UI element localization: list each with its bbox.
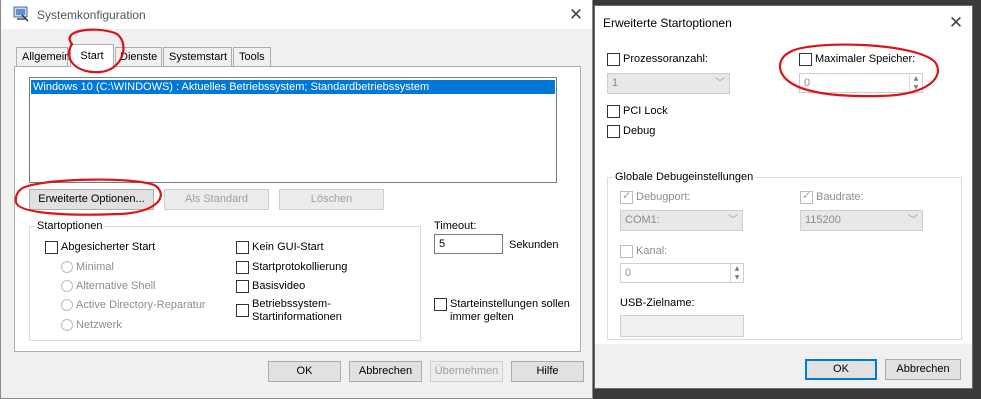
advanced-boot-options-window: Erweiterte Startoptionen ✕ Prozessoranza… bbox=[594, 5, 973, 389]
tab-boot[interactable]: Start bbox=[70, 44, 114, 67]
debug-port-checkbox[interactable] bbox=[620, 189, 633, 204]
debug-port-value: COM1: bbox=[625, 214, 660, 226]
list-item[interactable]: Windows 10 (C:\WINDOWS) : Aktuelles Betr… bbox=[31, 80, 555, 94]
tab-tools[interactable]: Tools bbox=[233, 47, 271, 66]
no-gui-checkbox[interactable] bbox=[236, 241, 249, 254]
timeout-unit-label: Sekunden bbox=[509, 239, 559, 251]
ad-repair-label: Active Directory-Reparatur bbox=[76, 299, 206, 311]
chevron-down-icon: ﹀ bbox=[728, 215, 738, 226]
num-processors-value: 1 bbox=[612, 77, 619, 89]
minimal-label: Minimal bbox=[76, 261, 114, 273]
max-memory-input[interactable]: 0 ▲ ▼ bbox=[799, 73, 923, 93]
ok-button[interactable]: OK bbox=[805, 359, 877, 380]
channel-label: Kanal: bbox=[636, 245, 668, 257]
tab-label: Allgemein bbox=[22, 51, 71, 63]
close-icon[interactable]: ✕ bbox=[565, 4, 587, 26]
base-video-checkbox[interactable] bbox=[236, 280, 249, 293]
tab-services[interactable]: Dienste bbox=[115, 47, 162, 66]
apply-button[interactable]: Übernehmen bbox=[430, 361, 503, 382]
tab-label: Dienste bbox=[120, 51, 158, 63]
max-memory-value: 0 bbox=[804, 77, 811, 89]
boot-log-label: Startprotokollierung bbox=[252, 261, 348, 273]
usb-target-input[interactable] bbox=[620, 315, 744, 337]
network-label: Netzwerk bbox=[76, 319, 122, 331]
num-processors-select[interactable]: 1 ﹀ bbox=[607, 73, 730, 94]
safe-boot-checkbox[interactable] bbox=[45, 241, 58, 254]
base-video-label: Basisvideo bbox=[252, 280, 306, 292]
window-title: Erweiterte Startoptionen bbox=[603, 16, 732, 30]
usb-target-label: USB-Zielname: bbox=[620, 297, 695, 309]
tab-startup[interactable]: Systemstart bbox=[163, 47, 232, 66]
spinner-arrows-icon[interactable]: ▲ ▼ bbox=[730, 264, 743, 282]
window-title: Systemkonfiguration bbox=[37, 8, 146, 22]
channel-input[interactable]: 0 ▲ ▼ bbox=[620, 263, 744, 283]
max-memory-label: Maximaler Speicher: bbox=[815, 53, 916, 65]
title-bar: Erweiterte Startoptionen ✕ bbox=[595, 6, 972, 39]
debug-settings-group-label: Globale Debugeinstellungen bbox=[613, 171, 756, 183]
boot-log-checkbox[interactable] bbox=[236, 261, 249, 274]
cancel-button[interactable]: Abbrechen bbox=[349, 361, 422, 382]
chevron-down-icon: ﹀ bbox=[908, 215, 918, 226]
baud-rate-select[interactable]: 115200 ﹀ bbox=[800, 210, 923, 231]
ok-button[interactable]: OK bbox=[268, 361, 341, 382]
help-button[interactable]: Hilfe bbox=[511, 361, 584, 382]
pci-lock-checkbox[interactable] bbox=[607, 105, 620, 118]
boot-options-group-label: Startoptionen bbox=[35, 220, 105, 232]
system-configuration-window: Systemkonfiguration ✕ Allgemein Start Di… bbox=[0, 0, 593, 399]
safe-boot-label: Abgesicherter Start bbox=[61, 241, 156, 253]
channel-value: 0 bbox=[625, 267, 632, 279]
tab-label: Tools bbox=[239, 51, 265, 63]
debug-port-label: Debugport: bbox=[636, 191, 691, 203]
title-bar: Systemkonfiguration ✕ bbox=[1, 0, 592, 29]
network-radio[interactable] bbox=[61, 319, 73, 331]
make-permanent-checkbox[interactable] bbox=[434, 298, 447, 311]
debug-port-select[interactable]: COM1: ﹀ bbox=[620, 210, 743, 231]
delete-button[interactable]: Löschen bbox=[279, 189, 384, 210]
ad-repair-radio[interactable] bbox=[61, 299, 73, 311]
make-permanent-label: Starteinstellungen sollen immer gelten bbox=[450, 298, 570, 323]
max-memory-checkbox[interactable] bbox=[799, 53, 812, 66]
tab-label: Start bbox=[80, 50, 104, 62]
tab-general[interactable]: Allgemein bbox=[16, 47, 71, 66]
set-default-button[interactable]: Als Standard bbox=[164, 189, 269, 210]
boot-entries-list[interactable]: Windows 10 (C:\WINDOWS) : Aktuelles Betr… bbox=[29, 77, 557, 183]
msconfig-icon bbox=[13, 6, 29, 22]
timeout-input[interactable]: 5 bbox=[434, 234, 503, 254]
close-icon[interactable]: ✕ bbox=[945, 12, 967, 34]
no-gui-label: Kein GUI-Start bbox=[252, 241, 324, 253]
minimal-radio[interactable] bbox=[61, 261, 73, 273]
debug-label: Debug bbox=[623, 125, 656, 137]
num-processors-label: Prozessoranzahl: bbox=[623, 53, 708, 65]
alternate-shell-label: Alternative Shell bbox=[76, 280, 156, 292]
baud-rate-value: 115200 bbox=[805, 214, 841, 226]
os-boot-info-checkbox[interactable] bbox=[236, 304, 249, 317]
baud-rate-label: Baudrate: bbox=[816, 191, 864, 203]
timeout-label: Timeout: bbox=[434, 220, 477, 232]
channel-checkbox[interactable] bbox=[620, 245, 633, 258]
debug-checkbox[interactable] bbox=[607, 125, 620, 138]
tab-label: Systemstart bbox=[169, 51, 228, 63]
cancel-button[interactable]: Abbrechen bbox=[885, 359, 961, 380]
advanced-options-button[interactable]: Erweiterte Optionen... bbox=[29, 189, 154, 210]
os-boot-info-label: Betriebssystem-Startinformationen bbox=[252, 298, 342, 323]
pci-lock-label: PCI Lock bbox=[623, 105, 668, 117]
baud-rate-checkbox[interactable] bbox=[800, 189, 813, 204]
num-processors-checkbox[interactable] bbox=[607, 53, 620, 66]
alternate-shell-radio[interactable] bbox=[61, 280, 73, 292]
chevron-down-icon: ﹀ bbox=[715, 78, 725, 89]
spinner-arrows-icon[interactable]: ▲ ▼ bbox=[909, 74, 922, 92]
